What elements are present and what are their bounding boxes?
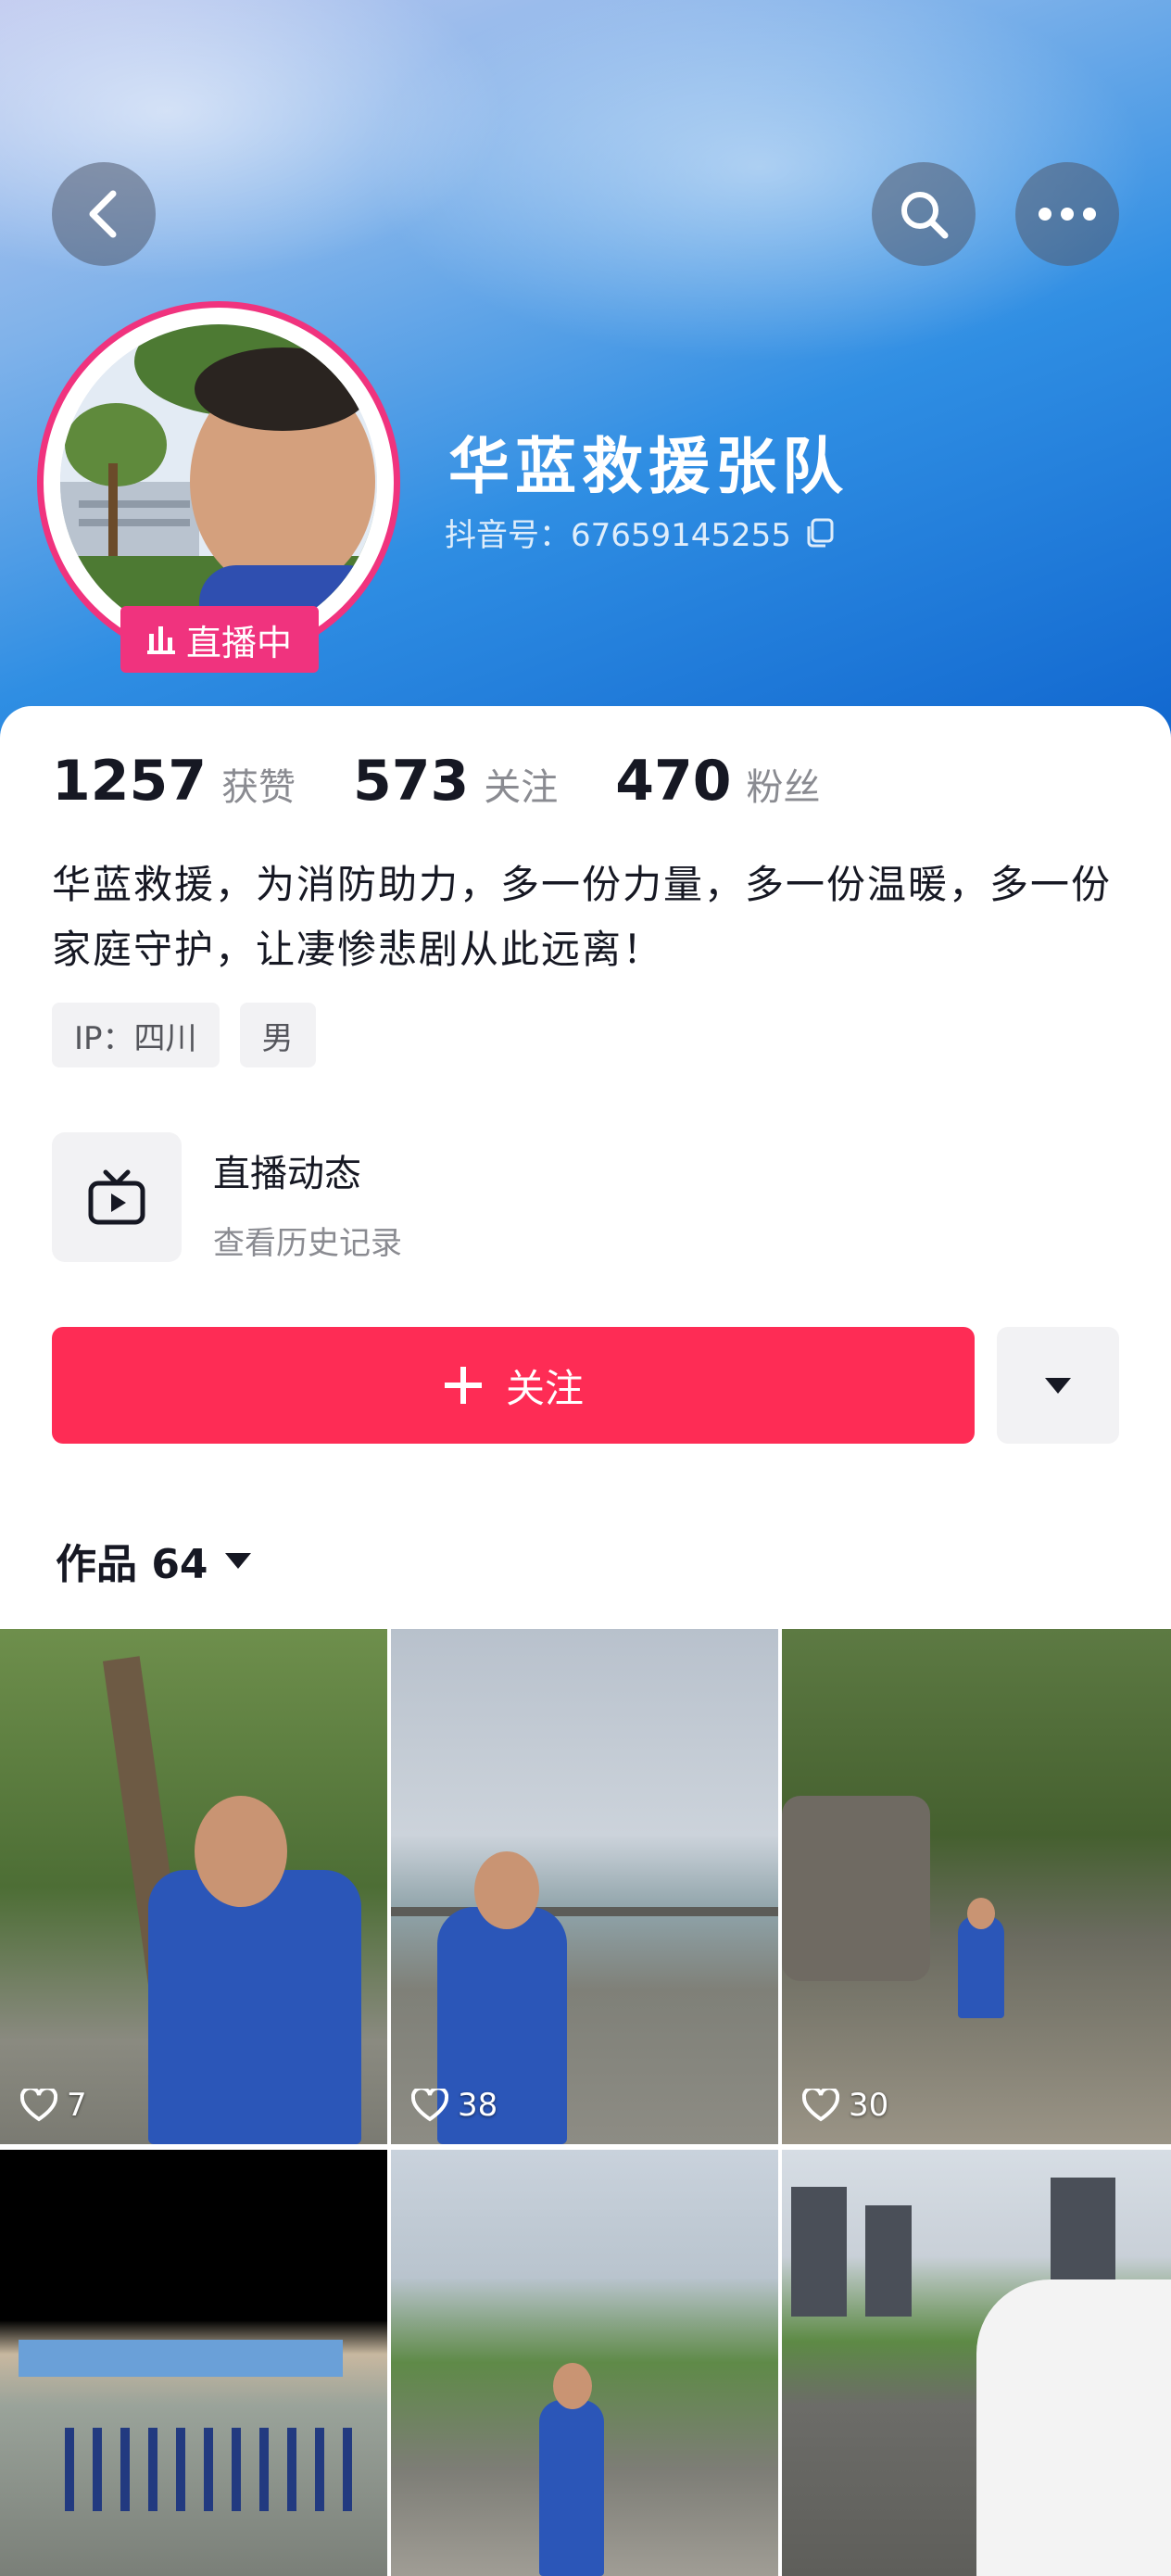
more-button[interactable]: [1015, 162, 1119, 266]
stat-number: 1257: [52, 749, 207, 814]
live-dynamic-title: 直播动态: [213, 1153, 361, 1195]
douyin-id: 抖音号：67659145255: [445, 510, 836, 555]
video-likes-count: 7: [67, 2087, 87, 2124]
stat-following[interactable]: 573 关注: [353, 749, 558, 814]
recommend-dropdown-button[interactable]: [997, 1327, 1119, 1444]
profile-name: 华蓝救援张队: [448, 431, 849, 502]
video-thumbnail[interactable]: 38: [391, 1629, 778, 2144]
more-dots-icon: [1039, 208, 1096, 221]
live-badge[interactable]: 直播中: [120, 606, 319, 673]
video-thumbnail[interactable]: [391, 2150, 778, 2576]
stat-label: 获赞: [221, 766, 296, 809]
video-likes-count: 38: [458, 2087, 498, 2124]
heart-icon: [20, 2089, 57, 2122]
plus-icon: [444, 1367, 482, 1404]
ip-location-tag: IP：四川: [52, 1003, 220, 1067]
stat-label: 粉丝: [746, 766, 821, 809]
heart-icon: [411, 2089, 448, 2122]
avatar: [60, 324, 377, 641]
live-dynamic-subtitle: 查看历史记录: [213, 1225, 402, 1262]
video-thumbnail[interactable]: 30: [782, 1629, 1171, 2144]
back-button[interactable]: [52, 162, 156, 266]
stat-followers[interactable]: 470 粉丝: [615, 749, 820, 814]
profile-tags: IP：四川 男: [52, 1003, 316, 1067]
caret-down-icon: [224, 1553, 251, 1569]
stat-number: 573: [353, 749, 470, 814]
video-thumbnail[interactable]: 7: [0, 1629, 387, 2144]
douyin-id-text: 抖音号：67659145255: [445, 517, 791, 554]
gender-tag: 男: [239, 1003, 316, 1067]
video-likes: 7: [20, 2087, 87, 2124]
copy-icon[interactable]: [804, 517, 836, 549]
avatar-photo: [60, 324, 377, 641]
video-thumbnail[interactable]: [782, 2150, 1171, 2576]
stat-label: 关注: [484, 766, 559, 809]
works-tab[interactable]: 作品 64: [56, 1531, 253, 1590]
stats-row: 1257 获赞 573 关注 470 粉丝: [52, 749, 878, 814]
video-likes-count: 30: [849, 2087, 889, 2124]
stat-number: 470: [615, 749, 732, 814]
stat-likes[interactable]: 1257 获赞: [52, 749, 296, 814]
live-dynamic-entry[interactable]: 直播动态 查看历史记录: [52, 1132, 402, 1263]
live-badge-label: 直播中: [185, 622, 292, 663]
live-dynamic-icon-box: [52, 1132, 182, 1262]
works-tab-label: 作品 64: [56, 1541, 208, 1588]
profile-bio: 华蓝救援，为消防助力，多一份力量，多一份温暖，多一份家庭守护，让凄惨悲剧从此远离…: [52, 862, 1113, 972]
live-bars-icon: [146, 626, 175, 654]
follow-button-label: 关注: [505, 1365, 584, 1411]
search-button[interactable]: [872, 162, 976, 266]
caret-down-icon: [1045, 1378, 1071, 1394]
video-thumbnail[interactable]: [0, 2150, 387, 2576]
heart-icon: [802, 2089, 839, 2122]
search-icon: [901, 192, 949, 239]
video-likes: 38: [411, 2087, 497, 2124]
tv-play-icon: [88, 1169, 145, 1225]
chevron-left-icon: [89, 190, 117, 238]
video-likes: 30: [802, 2087, 888, 2124]
follow-button[interactable]: 关注: [52, 1327, 975, 1444]
